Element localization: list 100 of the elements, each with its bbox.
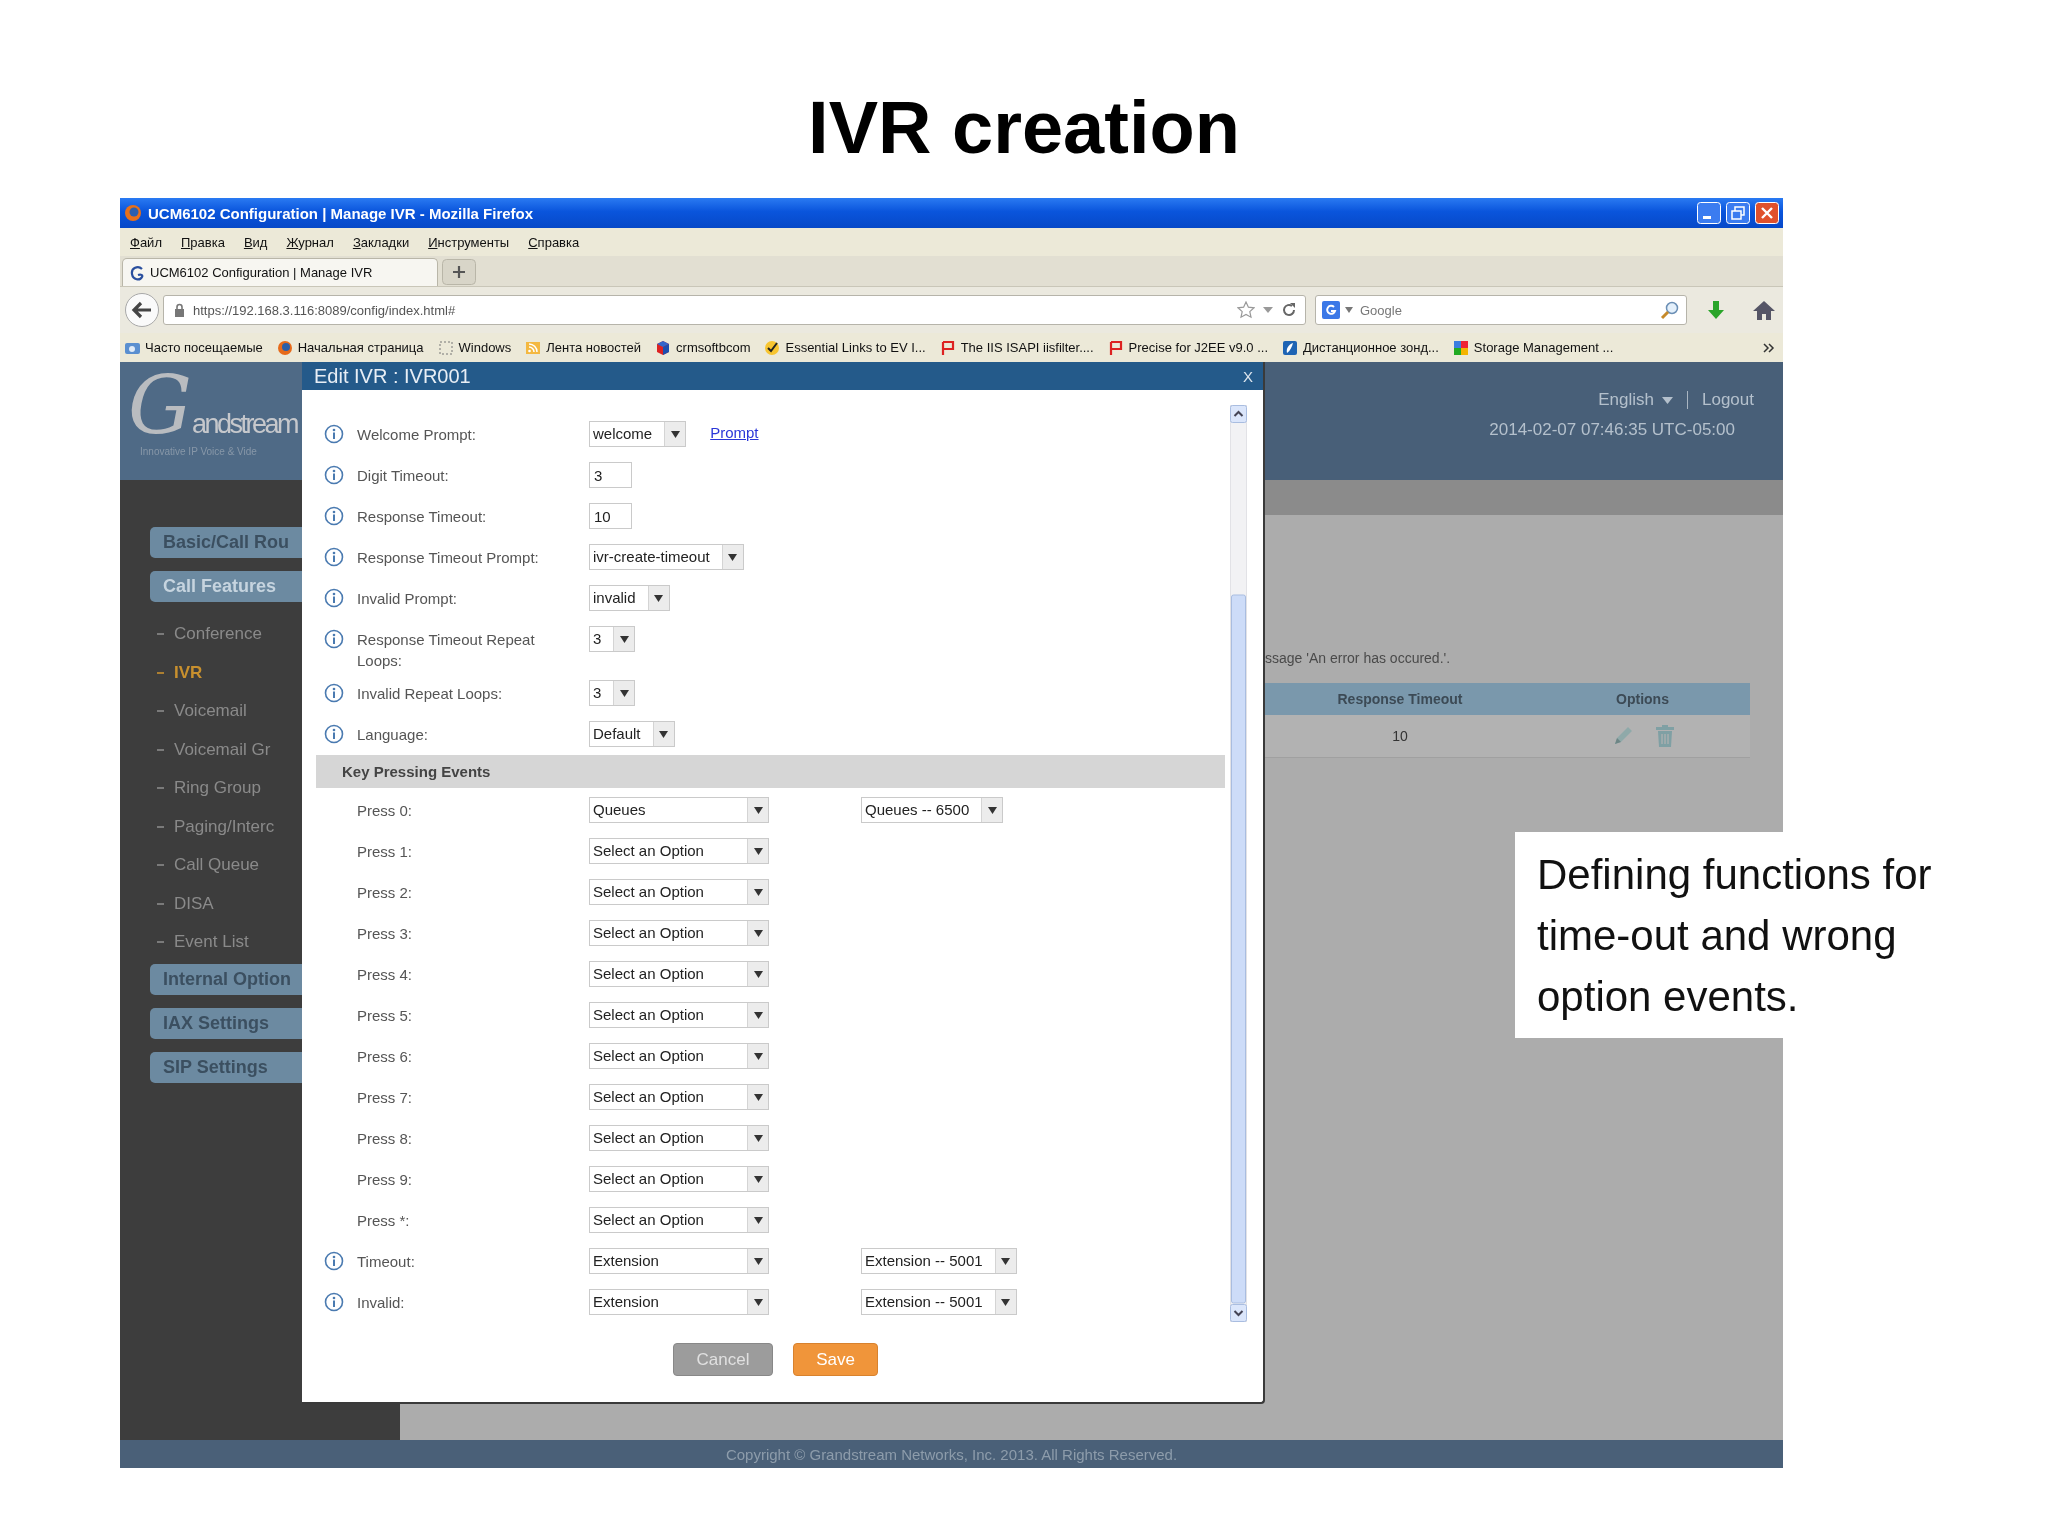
caret-icon [1001, 1257, 1011, 1265]
menu-item[interactable]: Вид [243, 234, 268, 250]
bookmark-link[interactable]: The IIS ISAPI iisfilter.... [960, 340, 1094, 355]
info-icon[interactable] [324, 683, 344, 703]
bookmark-link[interactable]: Storage Management ... [1473, 340, 1614, 355]
dropdown[interactable]: Select an Option [589, 1084, 769, 1110]
info-icon[interactable] [324, 724, 344, 744]
field-label: Press 9: [357, 1170, 414, 1190]
menu-item[interactable]: Справка [528, 234, 580, 250]
dropdown[interactable]: Queues -- 6500 [861, 797, 1004, 823]
info-icon[interactable] [324, 1292, 344, 1312]
caret-icon [728, 553, 738, 561]
field-label: Press 6: [357, 1047, 414, 1067]
caret-icon [753, 970, 763, 978]
dropdown[interactable]: Select an Option [589, 1043, 769, 1069]
caret-icon [753, 1093, 763, 1101]
restore-button[interactable] [1726, 202, 1750, 224]
flag-icon [1107, 339, 1124, 356]
bookmark-link[interactable]: Начальная страница [297, 340, 424, 355]
dropdown-caret-icon[interactable] [1345, 307, 1353, 313]
text-field[interactable]: 3 [589, 462, 632, 488]
dropdown[interactable]: Default [589, 721, 675, 747]
reload-icon[interactable] [1281, 302, 1297, 318]
dropdown[interactable]: Extension -- 5001 [861, 1289, 1017, 1315]
menu-item[interactable]: Правка [180, 234, 225, 250]
more-bookmarks-icon[interactable] [1763, 342, 1775, 353]
dropdown[interactable]: Extension [589, 1289, 769, 1315]
search-input[interactable]: Google [1358, 301, 1655, 319]
caret-icon [753, 929, 763, 937]
bookmark-link[interactable]: Precise for J2EE v9.0 ... [1128, 340, 1269, 355]
column-header: Response Timeout [1336, 691, 1464, 707]
caret-icon [1001, 1298, 1011, 1306]
bookmark-link[interactable]: Лента новостей [546, 340, 642, 355]
sidebar-item[interactable]: IVR [150, 653, 203, 692]
field-label: Response Timeout: [357, 507, 488, 527]
info-icon[interactable] [324, 506, 344, 526]
field-label: Press 0: [357, 801, 414, 821]
info-icon[interactable] [324, 1251, 344, 1271]
dropdown[interactable]: ivr-create-timeout [589, 544, 744, 570]
info-icon[interactable] [324, 547, 344, 567]
logout-link[interactable]: Logout [1702, 390, 1754, 410]
search-icon[interactable] [1660, 300, 1680, 320]
prompt-link[interactable]: Prompt [710, 421, 759, 445]
bookmark-link[interactable]: crmsoftbcom [676, 340, 751, 355]
table-cell-text: 10 [1391, 728, 1409, 744]
minimize-button[interactable] [1697, 202, 1721, 224]
error-message: ssage 'An error has occured.'. [1265, 649, 1452, 668]
dropdown[interactable]: Select an Option [589, 838, 769, 864]
star-icon[interactable] [1237, 301, 1255, 319]
field-label: Press 7: [357, 1088, 414, 1108]
dropdown[interactable]: welcome [589, 421, 687, 447]
bookmark-link[interactable]: Essential Links to EV I... [785, 340, 926, 355]
flag-icon [939, 339, 956, 356]
info-icon[interactable] [324, 588, 344, 608]
dropdown[interactable]: Queues [589, 797, 769, 823]
bookmark-link[interactable]: Windows [458, 340, 512, 355]
caret-icon [1662, 396, 1673, 404]
dropdown[interactable]: Select an Option [589, 1207, 769, 1233]
close-button[interactable] [1755, 202, 1779, 224]
bookmark-link[interactable]: Дистанционное зонд... [1303, 340, 1439, 355]
home-icon[interactable] [1751, 298, 1777, 322]
menu-item[interactable]: Инструменты [428, 234, 510, 250]
caret-icon [753, 1298, 763, 1306]
info-icon[interactable] [324, 465, 344, 485]
menu-item[interactable]: Закладки [352, 234, 410, 250]
caret-icon [659, 730, 669, 738]
dropdown[interactable]: 3 [589, 626, 636, 652]
field-label: Welcome Prompt: [357, 425, 477, 445]
dropdown[interactable]: Select an Option [589, 1125, 769, 1151]
back-button[interactable] [124, 292, 160, 328]
info-icon[interactable] [324, 629, 344, 649]
browser-tab[interactable]: UCM6102 Configuration | Manage IVR [122, 258, 438, 286]
cube-icon [655, 339, 672, 356]
dropdown[interactable]: Select an Option [589, 1002, 769, 1028]
bookmark-link[interactable]: Часто посещаемые [145, 340, 263, 355]
dropdown[interactable]: Select an Option [589, 920, 769, 946]
field-label: Invalid Repeat Loops: [357, 684, 504, 704]
dropdown-caret-icon[interactable] [1263, 306, 1273, 314]
dropdown[interactable]: invalid [589, 585, 670, 611]
caret-icon [654, 594, 664, 602]
info-icon[interactable] [324, 424, 344, 444]
search-bar[interactable]: Google [1315, 295, 1687, 325]
field-label: Timeout: [357, 1252, 416, 1272]
dropdown[interactable]: Extension -- 5001 [861, 1248, 1017, 1274]
scrollbar[interactable] [1230, 405, 1247, 1322]
field-label: Digit Timeout: [357, 466, 450, 486]
dropdown[interactable]: Select an Option [589, 961, 769, 987]
menu-item[interactable]: Файл [130, 234, 162, 250]
text-field[interactable]: 10 [589, 503, 632, 529]
dropdown[interactable]: Select an Option [589, 879, 769, 905]
field-label: Response Timeout Repeat Loops: [357, 630, 536, 671]
search-engine-icon[interactable] [1322, 301, 1340, 319]
new-tab-button[interactable] [442, 259, 476, 285]
close-button[interactable]: X [1243, 367, 1253, 385]
language-dropdown[interactable]: English [1598, 390, 1673, 410]
dropdown[interactable]: Select an Option [589, 1166, 769, 1192]
menu-item[interactable]: Журнал [286, 234, 334, 250]
dropdown[interactable]: Extension [589, 1248, 769, 1274]
dropdown[interactable]: 3 [589, 680, 636, 706]
address-field[interactable]: https://192.168.3.116:8089/config/index.html# [163, 295, 1306, 325]
